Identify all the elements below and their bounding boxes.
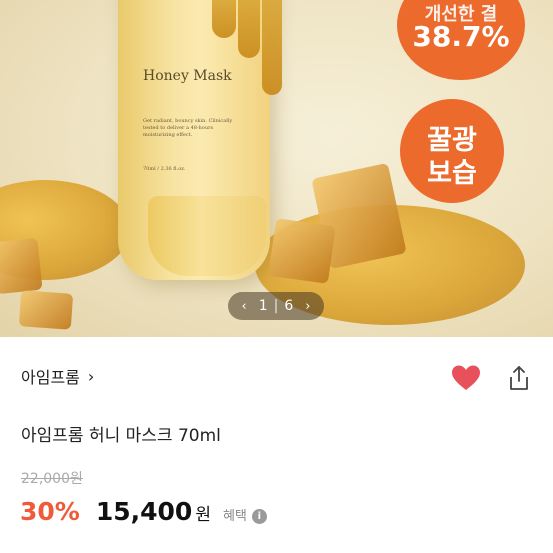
improvement-badge: 개선한 결 38.7% xyxy=(397,0,525,80)
heart-icon[interactable] xyxy=(451,364,481,392)
honeycomb xyxy=(18,290,74,330)
honey-drip xyxy=(212,0,236,38)
honey-drip xyxy=(262,0,282,95)
image-pager: ‹ 1 | 6 › xyxy=(228,292,324,320)
product-tube-cap xyxy=(148,196,266,276)
product-image-carousel[interactable]: Honey Mask Get radiant, bouncy skin. Cli… xyxy=(0,0,553,337)
product-title: 아임프롬 허니 마스크 70ml xyxy=(21,426,221,446)
product-tube-title: Honey Mask xyxy=(143,68,232,84)
share-icon[interactable] xyxy=(508,365,530,391)
benefit-label: 혜택 xyxy=(222,509,247,524)
sale-price: 15,400 xyxy=(95,497,193,526)
pager-current: 1 xyxy=(258,298,268,314)
chevron-right-icon: › xyxy=(87,366,95,386)
prev-image-button[interactable]: ‹ xyxy=(236,299,253,314)
improvement-badge-value: 38.7% xyxy=(412,20,510,53)
benefit-button[interactable]: 혜택 i xyxy=(223,505,267,525)
next-image-button[interactable]: › xyxy=(299,299,316,314)
honey-drip xyxy=(238,0,260,58)
pager-total: 6 xyxy=(284,298,294,314)
product-tube-volume: 70ml / 2.36 fl.oz. xyxy=(143,166,186,172)
discount-rate: 30% xyxy=(20,497,80,526)
pager-separator: | xyxy=(273,298,279,314)
shop-name: 아임프롬 xyxy=(21,368,80,387)
honeycomb xyxy=(0,237,43,295)
product-tube-description: Get radiant, bouncy skin. Clinically tes… xyxy=(143,118,233,138)
price-row: 30% 15,400 원 혜택 i xyxy=(20,497,267,526)
shop-link[interactable]: 아임프롬 › xyxy=(21,364,94,388)
honeycomb xyxy=(268,218,336,284)
info-icon: i xyxy=(251,509,267,524)
moisture-badge: 꿀광 보습 xyxy=(400,99,504,203)
original-price: 22,000원 xyxy=(21,471,83,487)
moisture-badge-line2: 보습 xyxy=(427,158,477,189)
currency-unit: 원 xyxy=(195,505,211,525)
